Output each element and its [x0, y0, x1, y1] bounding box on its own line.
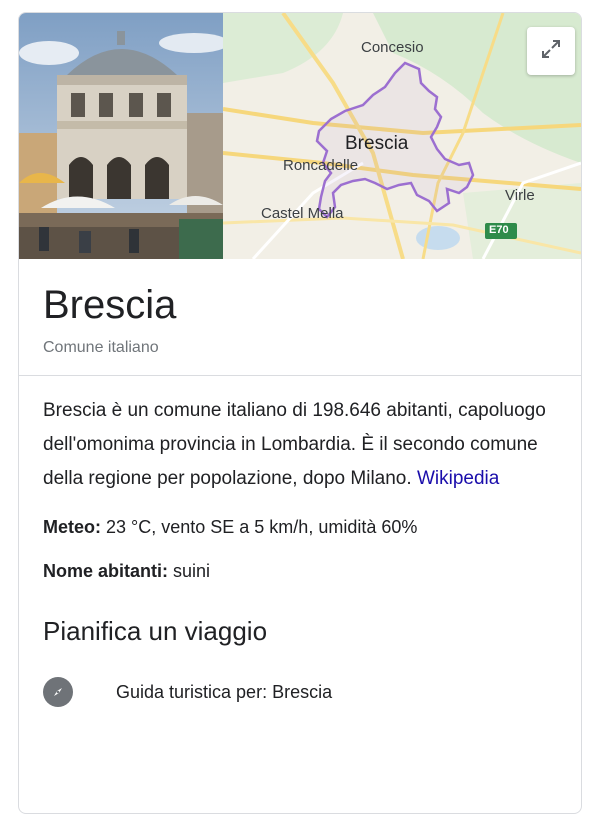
wikipedia-link[interactable]: Wikipedia [417, 468, 499, 489]
demonym-value: suini [173, 561, 211, 581]
panel-body: Brescia è un comune italiano di 198.646 … [19, 376, 581, 707]
travel-guide-item[interactable]: Guida turistica per: Brescia [43, 677, 557, 707]
map-label-roncadelle: Roncadelle [283, 157, 359, 174]
title-block: Brescia Comune italiano [19, 259, 581, 376]
map-label-e70: E70 [489, 224, 509, 236]
map-label-concesio: Concesio [361, 39, 424, 56]
weather-value: 23 °C, vento SE a 5 km/h, umidità 60% [106, 517, 418, 537]
map-label-castel-mella: Castel Mella [261, 205, 344, 222]
map-label-virle: Virle [505, 187, 535, 204]
demonym-fact: Nome abitanti: suini [43, 558, 557, 584]
expand-map-button[interactable] [527, 27, 575, 75]
map-label-brescia: Brescia [345, 133, 409, 154]
city-photo[interactable] [19, 13, 223, 259]
demonym-label: Nome abitanti: [43, 561, 169, 581]
expand-icon [539, 37, 563, 66]
entity-subtitle: Comune italiano [43, 339, 159, 356]
hero-images: Concesio Brescia Roncadelle Castel Mella… [19, 13, 581, 259]
compass-icon [43, 677, 73, 707]
trip-section-title: Pianifica un viaggio [43, 616, 268, 646]
knowledge-panel: Concesio Brescia Roncadelle Castel Mella… [18, 12, 582, 814]
entity-title: Brescia [43, 283, 177, 327]
entity-description: Brescia è un comune italiano di 198.646 … [43, 394, 557, 496]
weather-label: Meteo: [43, 517, 101, 537]
travel-guide-label: Guida turistica per: Brescia [116, 681, 333, 702]
city-map[interactable]: Concesio Brescia Roncadelle Castel Mella… [223, 13, 581, 259]
weather-fact: Meteo: 23 °C, vento SE a 5 km/h, umidità… [43, 514, 557, 540]
